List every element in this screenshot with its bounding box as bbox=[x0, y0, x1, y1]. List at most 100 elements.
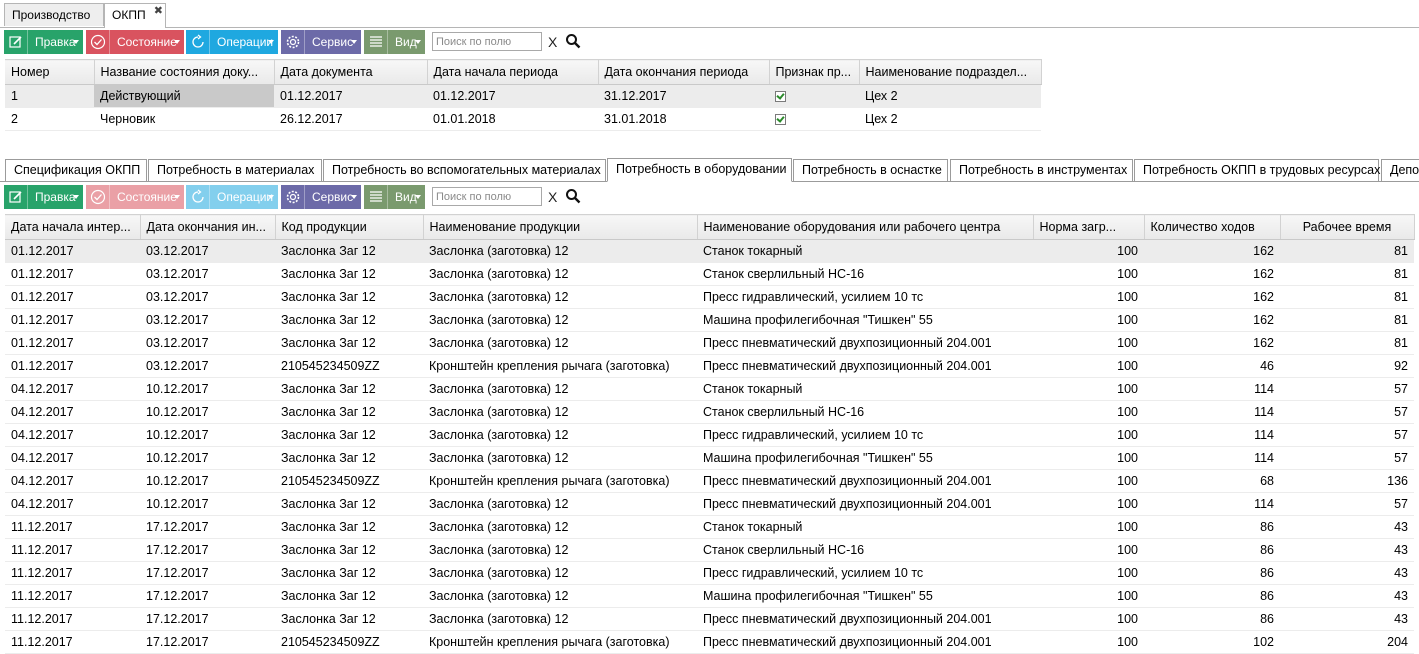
table-cell[interactable]: Заслонка Заг 12 bbox=[275, 584, 423, 608]
table-cell[interactable]: Пресс пневматический двухпозиционный 204… bbox=[697, 492, 1033, 516]
table-cell[interactable]: 03.12.2017 bbox=[140, 354, 275, 378]
tab-detail[interactable]: Спецификация ОКПП bbox=[5, 159, 147, 181]
search-input[interactable] bbox=[432, 32, 542, 51]
table-cell[interactable]: Заслонка (заготовка) 12 bbox=[423, 492, 697, 516]
table-cell[interactable]: 100 bbox=[1033, 607, 1144, 631]
table-cell[interactable]: 81 bbox=[1280, 331, 1414, 355]
table-cell[interactable]: 100 bbox=[1033, 354, 1144, 378]
table-cell[interactable]: 31.12.2017 bbox=[598, 84, 769, 108]
table-cell[interactable]: Кронштейн крепления рычага (заготовка) bbox=[423, 354, 697, 378]
edit-button[interactable]: Правка bbox=[4, 185, 83, 209]
column-header[interactable]: Дата начала интер... bbox=[5, 214, 141, 240]
table-cell[interactable]: 17.12.2017 bbox=[140, 584, 275, 608]
table-cell[interactable]: 162 bbox=[1144, 239, 1280, 263]
table-cell[interactable]: 92 bbox=[1280, 354, 1414, 378]
table-cell[interactable]: 01.12.2017 bbox=[5, 262, 140, 286]
table-cell[interactable]: 43 bbox=[1280, 607, 1414, 631]
table-cell[interactable]: 43 bbox=[1280, 515, 1414, 539]
table-cell[interactable]: 10.12.2017 bbox=[140, 377, 275, 401]
table-cell[interactable]: 04.12.2017 bbox=[5, 446, 140, 470]
table-cell[interactable]: Заслонка Заг 12 bbox=[275, 400, 423, 424]
table-cell[interactable]: Кронштейн крепления рычага (заготовка) bbox=[423, 469, 697, 493]
table-cell[interactable]: 17.12.2017 bbox=[140, 538, 275, 562]
table-cell[interactable]: 01.12.2017 bbox=[5, 331, 140, 355]
table-cell[interactable]: Цех 2 bbox=[859, 107, 1041, 131]
table-cell[interactable]: 17.12.2017 bbox=[140, 561, 275, 585]
column-header[interactable]: Название состояния доку... bbox=[94, 59, 275, 85]
table-cell[interactable]: Заслонка (заготовка) 12 bbox=[423, 239, 697, 263]
table-cell[interactable]: 162 bbox=[1144, 262, 1280, 286]
table-cell[interactable]: 57 bbox=[1280, 377, 1414, 401]
search-input[interactable] bbox=[432, 187, 542, 206]
table-cell[interactable]: Станок токарный bbox=[697, 515, 1033, 539]
table-cell[interactable]: Заслонка (заготовка) 12 bbox=[423, 561, 697, 585]
column-header[interactable]: Код продукции bbox=[275, 214, 424, 240]
table-cell[interactable]: Заслонка (заготовка) 12 bbox=[423, 331, 697, 355]
table-cell[interactable]: 04.12.2017 bbox=[5, 492, 140, 516]
table-cell[interactable]: 57 bbox=[1280, 446, 1414, 470]
table-cell[interactable]: 81 bbox=[1280, 239, 1414, 263]
table-cell[interactable]: 01.12.2017 bbox=[5, 354, 140, 378]
table-cell[interactable]: 81 bbox=[1280, 285, 1414, 309]
table-cell[interactable]: Пресс пневматический двухпозиционный 204… bbox=[697, 331, 1033, 355]
table-cell[interactable]: 57 bbox=[1280, 423, 1414, 447]
table-cell[interactable]: 11.12.2017 bbox=[5, 538, 140, 562]
table-cell[interactable]: 114 bbox=[1144, 423, 1280, 447]
table-row[interactable]: 01.12.2017 03.12.2017 Заслонка Заг 12 Засло… bbox=[5, 285, 1414, 309]
table-cell[interactable]: Заслонка (заготовка) 12 bbox=[423, 423, 697, 447]
table-cell[interactable]: Заслонка Заг 12 bbox=[275, 423, 423, 447]
table-cell[interactable]: 03.12.2017 bbox=[140, 308, 275, 332]
table-cell[interactable]: 17.12.2017 bbox=[140, 630, 275, 654]
table-cell[interactable]: Действующий bbox=[94, 84, 274, 108]
table-row[interactable]: 01.12.2017 03.12.2017 Заслонка Заг 12 Засло… bbox=[5, 262, 1414, 286]
view-button[interactable]: Вид bbox=[364, 30, 425, 54]
table-cell[interactable]: Пресс гидравлический, усилием 10 тс bbox=[697, 423, 1033, 447]
table-cell[interactable]: Заслонка Заг 12 bbox=[275, 561, 423, 585]
column-header[interactable]: Количество ходов bbox=[1144, 214, 1281, 240]
flag-checkbox[interactable] bbox=[769, 107, 859, 131]
table-cell[interactable]: 162 bbox=[1144, 285, 1280, 309]
column-header[interactable]: Норма загр... bbox=[1033, 214, 1145, 240]
column-header[interactable]: Рабочее время bbox=[1280, 214, 1415, 240]
tab-detail[interactable]: Потребность в оборудовании bbox=[607, 158, 792, 182]
table-cell[interactable]: 10.12.2017 bbox=[140, 469, 275, 493]
search-icon[interactable] bbox=[565, 33, 581, 52]
table-cell[interactable]: Черновик bbox=[94, 107, 274, 131]
table-cell[interactable]: Машина профилегибочная "Тишкен" 55 bbox=[697, 308, 1033, 332]
column-header[interactable]: Наименование оборудования или рабочего ц… bbox=[697, 214, 1034, 240]
table-cell[interactable]: 136 bbox=[1280, 469, 1414, 493]
table-cell[interactable]: 03.12.2017 bbox=[140, 239, 275, 263]
table-cell[interactable]: 01.12.2017 bbox=[5, 285, 140, 309]
operations-button[interactable]: Операции bbox=[186, 30, 278, 54]
table-cell[interactable]: Заслонка (заготовка) 12 bbox=[423, 262, 697, 286]
table-cell[interactable]: 114 bbox=[1144, 400, 1280, 424]
table-cell[interactable]: Станок сверлильный НС-16 bbox=[697, 400, 1033, 424]
column-header[interactable]: Признак пр... bbox=[769, 59, 860, 85]
column-header[interactable]: Номер bbox=[5, 59, 95, 85]
edit-button[interactable]: Правка bbox=[4, 30, 83, 54]
table-cell[interactable]: Заслонка Заг 12 bbox=[275, 446, 423, 470]
table-cell[interactable]: Пресс пневматический двухпозиционный 204… bbox=[697, 630, 1033, 654]
table-cell[interactable]: 10.12.2017 bbox=[140, 423, 275, 447]
table-cell[interactable]: 01.01.2018 bbox=[427, 107, 598, 131]
table-cell[interactable]: 10.12.2017 bbox=[140, 400, 275, 424]
table-cell[interactable]: Пресс пневматический двухпозиционный 204… bbox=[697, 607, 1033, 631]
table-cell[interactable]: 43 bbox=[1280, 584, 1414, 608]
table-row[interactable]: 11.12.2017 17.12.2017 Заслонка Заг 12 Засло… bbox=[5, 561, 1414, 585]
table-cell[interactable]: Станок сверлильный НС-16 bbox=[697, 538, 1033, 562]
view-button[interactable]: Вид bbox=[364, 185, 425, 209]
tab-production[interactable]: Производство bbox=[4, 3, 104, 26]
table-cell[interactable]: Машина профилегибочная "Тишкен" 55 bbox=[697, 446, 1033, 470]
table-cell[interactable]: Заслонка (заготовка) 12 bbox=[423, 377, 697, 401]
table-cell[interactable]: 210545234509ZZ bbox=[275, 630, 423, 654]
tab-okpp[interactable]: ОКПП ✖ bbox=[104, 3, 166, 28]
table-row[interactable]: 04.12.2017 10.12.2017 Заслонка Заг 12 Засло… bbox=[5, 492, 1414, 516]
table-cell[interactable]: 100 bbox=[1033, 377, 1144, 401]
table-cell[interactable]: 57 bbox=[1280, 400, 1414, 424]
table-cell[interactable]: 100 bbox=[1033, 584, 1144, 608]
table-cell[interactable]: 11.12.2017 bbox=[5, 515, 140, 539]
table-cell[interactable]: Заслонка Заг 12 bbox=[275, 607, 423, 631]
flag-checkbox[interactable] bbox=[769, 84, 859, 108]
clear-search-button[interactable]: X bbox=[548, 189, 557, 205]
table-row[interactable]: 2 Черновик 26.12.2017 01.01.2018 31.01.2018 Ц… bbox=[5, 107, 1041, 131]
